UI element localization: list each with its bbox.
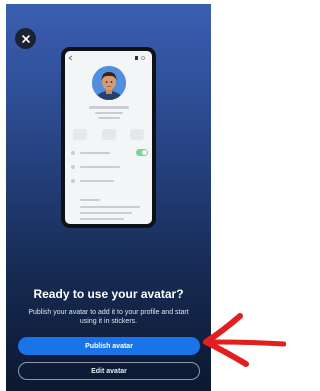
- preview-row-line: [80, 152, 110, 154]
- preview-status-bar: [65, 54, 152, 61]
- close-icon: [21, 34, 30, 43]
- preview-row-icon: [71, 151, 75, 155]
- avatar-publish-screen: Ready to use your avatar? Publish your a…: [6, 4, 211, 391]
- preview-row-line: [80, 180, 114, 182]
- avatar-image: [92, 66, 126, 100]
- preview-row-icon: [71, 179, 75, 183]
- preview-toggle: [136, 149, 148, 156]
- close-button[interactable]: [15, 28, 36, 49]
- preview-row-line: [80, 206, 140, 208]
- preview-row-line: [80, 166, 120, 168]
- preview-row-icon: [71, 165, 75, 169]
- preview-action: [102, 129, 116, 140]
- preview-action: [73, 129, 87, 140]
- preview-detail-line: [98, 117, 120, 119]
- publish-avatar-button[interactable]: Publish avatar: [18, 337, 200, 355]
- preview-detail-line: [95, 112, 123, 114]
- profile-preview-phone: [61, 47, 156, 228]
- preview-row-line: [80, 212, 132, 214]
- preview-section-line: [80, 199, 100, 201]
- dialog-title: Ready to use your avatar?: [33, 287, 184, 301]
- edit-avatar-button[interactable]: Edit avatar: [18, 362, 200, 380]
- preview-name-line: [89, 106, 129, 109]
- red-arrow-annotation: [203, 313, 286, 367]
- preview-action: [130, 129, 144, 140]
- dialog-subtitle: Publish your avatar to add it to your pr…: [28, 309, 189, 325]
- preview-row-line: [80, 218, 124, 220]
